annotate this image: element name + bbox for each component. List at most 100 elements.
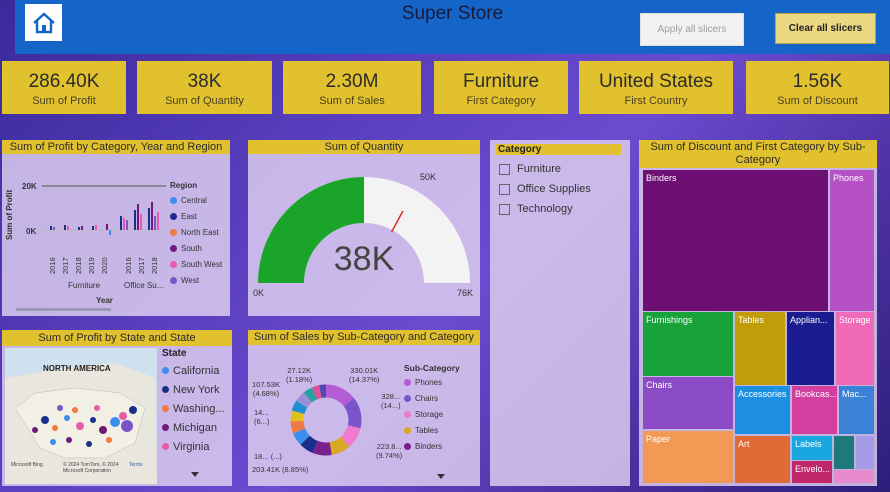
treemap-cell-small[interactable] [834, 436, 854, 469]
kpi-value: 286.40K [28, 71, 100, 92]
discount-treemap[interactable]: Sum of Discount and First Category by Su… [639, 140, 877, 486]
legend-label: California [173, 364, 220, 377]
treemap-cell-chairs[interactable]: Chairs [643, 377, 733, 429]
kpi-value: United States [598, 71, 714, 92]
treemap-cell-storage[interactable]: Storage [836, 312, 874, 385]
legend-item[interactable]: South [170, 240, 222, 256]
kpi-label: Sum of Quantity [165, 95, 244, 107]
donut-label: 18... (...) [254, 452, 282, 461]
donut-label: 328... (14...) [381, 392, 401, 410]
treemap-cell-appliances[interactable]: Applian... [787, 312, 834, 385]
legend-item[interactable]: Storage [404, 406, 460, 422]
kpi-value: Furniture [462, 71, 540, 92]
legend-item[interactable]: New York [162, 380, 225, 399]
donut-label: 14... (6...) [254, 408, 270, 426]
treemap-cell-bookcases[interactable]: Bookcas... [792, 386, 837, 434]
legend-item[interactable]: Binders [404, 438, 460, 454]
treemap-cell-accessories[interactable]: Accessories [735, 386, 790, 434]
kpi-card-sales[interactable]: 2.30M Sum of Sales [283, 61, 421, 114]
treemap-cell-paper[interactable]: Paper [643, 431, 733, 483]
state-legend: State California New York Washing... Mic… [162, 348, 225, 456]
legend-item[interactable]: Michigan [162, 418, 225, 437]
category-slicer: Category Furniture Office Supplies Techn… [490, 140, 630, 486]
legend-item[interactable]: Central [170, 192, 222, 208]
kpi-label: Sum of Sales [319, 95, 385, 107]
donut-label: 223.8... (9.74%) [376, 442, 403, 460]
gauge-value: 38K [333, 240, 395, 278]
clear-all-slicers-button[interactable]: Clear all slicers [775, 13, 876, 44]
legend-item[interactable]: Phones [404, 374, 460, 390]
treemap-cell-phones[interactable]: Phones [830, 170, 874, 311]
legend-label: Chairs [415, 393, 439, 403]
checkbox[interactable] [499, 183, 510, 195]
profit-by-category-chart[interactable]: Sum of Profit by Category, Year and Regi… [2, 140, 230, 316]
map-canvas[interactable]: NORTH AMERICA Microsoft Bing © 2024 TomT… [5, 348, 157, 484]
slicer-item-office-supplies[interactable]: Office Supplies [499, 179, 591, 199]
quantity-gauge[interactable]: Sum of Quantity 38K 0K 76K 50K [248, 140, 480, 316]
legend-dot [170, 276, 177, 284]
legend-item[interactable]: Washing... [162, 399, 225, 418]
kpi-label: Sum of Profit [32, 95, 96, 107]
sales-by-subcategory-donut[interactable]: Sum of Sales by Sub-Category and Categor… [248, 330, 480, 486]
x-axis-label: Year [96, 296, 113, 305]
subcategory-legend: Sub-Category Phones Chairs Storage Table… [404, 363, 460, 454]
legend-dot [162, 424, 169, 431]
legend-dot [162, 443, 169, 450]
kpi-card-first-category[interactable]: Furniture First Category [434, 61, 568, 114]
home-button[interactable] [25, 4, 62, 41]
profit-bars [42, 185, 166, 235]
kpi-card-first-country[interactable]: United States First Country [579, 61, 733, 114]
gauge-title: Sum of Quantity [248, 140, 480, 154]
legend-dot [170, 228, 177, 236]
donut-graphic [290, 384, 362, 456]
treemap-cell-labels[interactable]: Labels [792, 436, 832, 460]
legend-item[interactable]: California [162, 361, 225, 380]
legend-item[interactable]: West [170, 272, 222, 288]
legend-item[interactable]: Virginia [162, 437, 225, 456]
kpi-label: First Category [466, 95, 536, 107]
legend-item[interactable]: Chairs [404, 390, 460, 406]
legend-dot [170, 260, 177, 268]
slicer-item-technology[interactable]: Technology [499, 199, 591, 219]
y-tick: 20K [22, 182, 37, 191]
legend-label: Virginia [173, 440, 210, 453]
treemap-cell-machines[interactable]: Mac... [839, 386, 874, 434]
treemap-cell-tables[interactable]: Tables [735, 312, 785, 385]
kpi-card-quantity[interactable]: 38K Sum of Quantity [137, 61, 272, 114]
legend-dot [170, 244, 177, 252]
horizontal-scrollbar[interactable] [16, 308, 111, 311]
chevron-down-icon[interactable] [191, 472, 199, 477]
legend-dot [404, 394, 411, 402]
legend-label: New York [173, 383, 220, 396]
slicer-title: Category [496, 144, 621, 155]
treemap-cell-envelopes[interactable]: Envelo... [792, 461, 832, 483]
treemap-title: Sum of Discount and First Category by Su… [639, 140, 877, 168]
slicer-item-furniture[interactable]: Furniture [499, 159, 591, 179]
legend-item[interactable]: North East [170, 224, 222, 240]
legend-dot [162, 405, 169, 412]
legend-item[interactable]: Tables [404, 422, 460, 438]
checkbox[interactable] [499, 163, 510, 175]
legend-dot [170, 196, 177, 204]
gauge-max: 76K [457, 288, 474, 298]
treemap-cell-small[interactable] [856, 436, 874, 469]
checkbox[interactable] [499, 203, 510, 215]
treemap-cell-art[interactable]: Art [735, 436, 790, 483]
profit-by-state-map[interactable]: Sum of Profit by State and State NORTH A… [2, 330, 232, 486]
apply-all-slicers-button[interactable]: Apply all slicers [640, 13, 744, 46]
treemap-cell-binders[interactable]: Binders [643, 170, 828, 311]
treemap-cell-small[interactable] [834, 470, 874, 483]
treemap-cell-furnishings[interactable]: Furnishings [643, 312, 733, 376]
donut-label: 330.01K (14.37%) [349, 366, 380, 384]
map-region-label: NORTH AMERICA [43, 364, 111, 373]
legend-label: Michigan [173, 421, 218, 434]
chevron-down-icon[interactable] [437, 474, 445, 479]
x-tick: 2017 [137, 257, 146, 274]
legend-item[interactable]: East [170, 208, 222, 224]
legend-item[interactable]: South West [170, 256, 222, 272]
kpi-label: Sum of Discount [777, 95, 858, 107]
kpi-card-profit[interactable]: 286.40K Sum of Profit [2, 61, 126, 114]
map-terms-link[interactable]: Terms [129, 462, 143, 468]
legend-label: Tables [415, 425, 439, 435]
kpi-card-discount[interactable]: 1.56K Sum of Discount [746, 61, 889, 114]
